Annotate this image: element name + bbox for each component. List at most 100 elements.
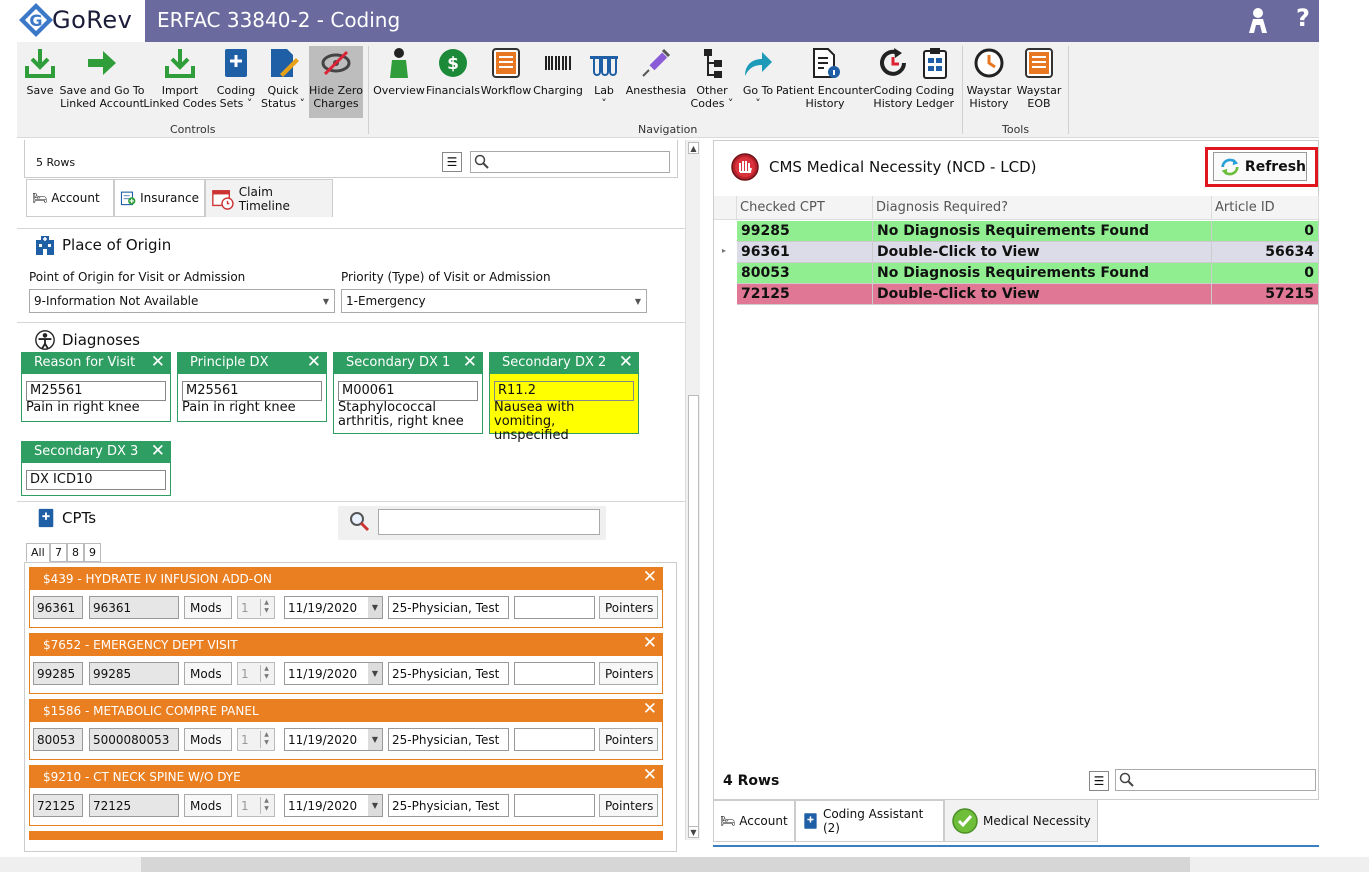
close-icon[interactable]: ✕	[643, 633, 657, 653]
close-icon[interactable]: ✕	[151, 441, 165, 461]
cpt-charge-code-field[interactable]: 72125	[89, 794, 179, 817]
dx-code-input[interactable]: DX ICD10	[26, 470, 166, 490]
left-scrollbar[interactable]: ▲ ▼	[685, 140, 700, 840]
cpt-charge-code-field[interactable]: 5000080053	[89, 728, 179, 751]
lab-button[interactable]: Lab ˅	[586, 46, 622, 118]
dx-code-input[interactable]: M00061	[338, 381, 478, 401]
col-article-id[interactable]: Article ID	[1212, 196, 1319, 220]
physician-field[interactable]: 25-Physician, Test	[388, 794, 509, 817]
cpt-tab-7[interactable]: 7	[50, 543, 67, 562]
close-icon[interactable]: ✕	[307, 352, 321, 372]
grid-search-input[interactable]	[470, 151, 670, 173]
chevron-down-icon[interactable]: ▼	[368, 729, 382, 750]
physician-field[interactable]: 25-Physician, Test	[388, 596, 509, 619]
cpt-tab-9[interactable]: 9	[84, 543, 101, 562]
table-row[interactable]: 72125 Double-Click to View 57215	[737, 284, 1319, 305]
pointers-button[interactable]: Pointers	[599, 794, 658, 817]
cpt-code-field[interactable]: 80053	[33, 728, 83, 751]
overview-button[interactable]: Overview	[373, 46, 425, 118]
extra-field[interactable]	[514, 662, 595, 685]
chevron-down-icon[interactable]: ▼	[368, 597, 382, 618]
table-row[interactable]: 99285 No Diagnosis Requirements Found 0	[737, 221, 1319, 242]
quantity-stepper[interactable]: 1 ▲ ▼	[237, 596, 275, 619]
service-date-picker[interactable]: 11/19/2020 ▼	[284, 662, 383, 685]
quantity-stepper[interactable]: 1 ▲ ▼	[237, 662, 275, 685]
close-icon[interactable]: ✕	[463, 352, 477, 372]
cpt-tab-8[interactable]: 8	[67, 543, 84, 562]
save-button[interactable]: Save	[22, 46, 58, 118]
coding-history-button[interactable]: Coding History	[873, 46, 913, 118]
pointers-button[interactable]: Pointers	[599, 596, 658, 619]
bottom-tab-coding-assistant[interactable]: Coding Assistant (2)	[795, 800, 944, 842]
stepper-arrows-icon[interactable]: ▲ ▼	[260, 797, 272, 814]
physician-field[interactable]: 25-Physician, Test	[388, 662, 509, 685]
scroll-down-icon[interactable]: ▼	[688, 826, 699, 838]
cpt-tab-all[interactable]: All	[26, 543, 50, 562]
coding-sets-button[interactable]: Coding Sets ˅	[216, 46, 256, 118]
mods-button[interactable]: Mods	[184, 728, 232, 751]
quantity-stepper[interactable]: 1 ▲ ▼	[237, 728, 275, 751]
grid-menu-button[interactable]: ☰	[1089, 771, 1109, 791]
chevron-down-icon[interactable]: ▼	[368, 795, 382, 816]
cpt-charge-code-field[interactable]: 99285	[89, 662, 179, 685]
hide-zero-charges-button[interactable]: Hide Zero Charges	[309, 46, 363, 118]
mods-button[interactable]: Mods	[184, 794, 232, 817]
stepper-arrows-icon[interactable]: ▲ ▼	[260, 599, 272, 616]
close-icon[interactable]: ✕	[643, 765, 657, 785]
workflow-button[interactable]: Workflow	[481, 46, 531, 118]
quick-status-button[interactable]: Quick Status ˅	[260, 46, 306, 118]
user-keys-icon[interactable]	[1245, 6, 1271, 34]
priority-select[interactable]: 1-Emergency ▼	[341, 289, 647, 313]
horizontal-scrollbar[interactable]	[141, 857, 1190, 872]
dx-code-input[interactable]: M25561	[182, 381, 322, 401]
cpt-code-field[interactable]: 96361	[33, 596, 83, 619]
service-date-picker[interactable]: 11/19/2020 ▼	[284, 728, 383, 751]
service-date-picker[interactable]: 11/19/2020 ▼	[284, 794, 383, 817]
scroll-up-icon[interactable]: ▲	[688, 142, 699, 154]
table-row[interactable]: 80053 No Diagnosis Requirements Found 0	[737, 263, 1319, 284]
grid-search-input[interactable]	[1115, 769, 1316, 791]
physician-field[interactable]: 25-Physician, Test	[388, 728, 509, 751]
bottom-tab-account[interactable]: 🛏 Account	[713, 800, 795, 842]
refresh-button[interactable]: Refresh	[1213, 152, 1307, 181]
extra-field[interactable]	[514, 728, 595, 751]
financials-button[interactable]: $ Financials	[426, 46, 480, 118]
dx-card-secondary-3[interactable]: Secondary DX 3 ✕ DX ICD10	[21, 441, 171, 496]
other-codes-button[interactable]: Other Codes ˅	[690, 46, 734, 118]
grid-menu-button[interactable]: ☰	[442, 152, 462, 172]
dx-code-input[interactable]: R11.2	[494, 381, 634, 401]
tab-claim-timeline[interactable]: Claim Timeline	[205, 179, 333, 217]
help-icon[interactable]: ?	[1296, 4, 1310, 32]
anesthesia-button[interactable]: Anesthesia	[626, 46, 686, 118]
cpt-search-input[interactable]	[378, 509, 600, 535]
go-to-button[interactable]: Go To ˅	[740, 46, 776, 118]
patient-encounter-history-button[interactable]: Patient Encounter History	[776, 46, 874, 118]
waystar-history-button[interactable]: Waystar History	[966, 46, 1012, 118]
import-linked-codes-button[interactable]: Import Linked Codes	[143, 46, 217, 118]
mods-button[interactable]: Mods	[184, 596, 232, 619]
mods-button[interactable]: Mods	[184, 662, 232, 685]
close-icon[interactable]: ✕	[643, 567, 657, 587]
scroll-thumb[interactable]	[688, 395, 699, 830]
dx-card-principle-dx[interactable]: Principle DX ✕ M25561 Pain in right knee	[177, 352, 327, 422]
col-diagnosis-required[interactable]: Diagnosis Required?	[873, 196, 1212, 220]
cpt-code-field[interactable]: 72125	[33, 794, 83, 817]
dx-card-reason-for-visit[interactable]: Reason for Visit ✕ M25561 Pain in right k…	[21, 352, 171, 422]
bottom-tab-medical-necessity[interactable]: Medical Necessity	[944, 800, 1098, 842]
search-icon[interactable]	[348, 510, 370, 532]
stepper-arrows-icon[interactable]: ▲ ▼	[260, 665, 272, 682]
dx-code-input[interactable]: M25561	[26, 381, 166, 401]
coding-ledger-button[interactable]: Coding Ledger	[915, 46, 955, 118]
pointers-button[interactable]: Pointers	[599, 662, 658, 685]
quantity-stepper[interactable]: 1 ▲ ▼	[237, 794, 275, 817]
close-icon[interactable]: ✕	[619, 352, 633, 372]
table-row[interactable]: 96361 Double-Click to View 56634	[737, 242, 1319, 263]
service-date-picker[interactable]: 11/19/2020 ▼	[284, 596, 383, 619]
dx-card-secondary-1[interactable]: Secondary DX 1 ✕ M00061 Staphylococcal ar…	[333, 352, 483, 434]
cpt-code-field[interactable]: 99285	[33, 662, 83, 685]
save-and-go-to-linked-account-button[interactable]: Save and Go To Linked Account	[59, 46, 145, 118]
extra-field[interactable]	[514, 596, 595, 619]
close-icon[interactable]: ✕	[643, 699, 657, 719]
pointers-button[interactable]: Pointers	[599, 728, 658, 751]
point-of-origin-select[interactable]: 9-Information Not Available ▼	[29, 289, 335, 313]
